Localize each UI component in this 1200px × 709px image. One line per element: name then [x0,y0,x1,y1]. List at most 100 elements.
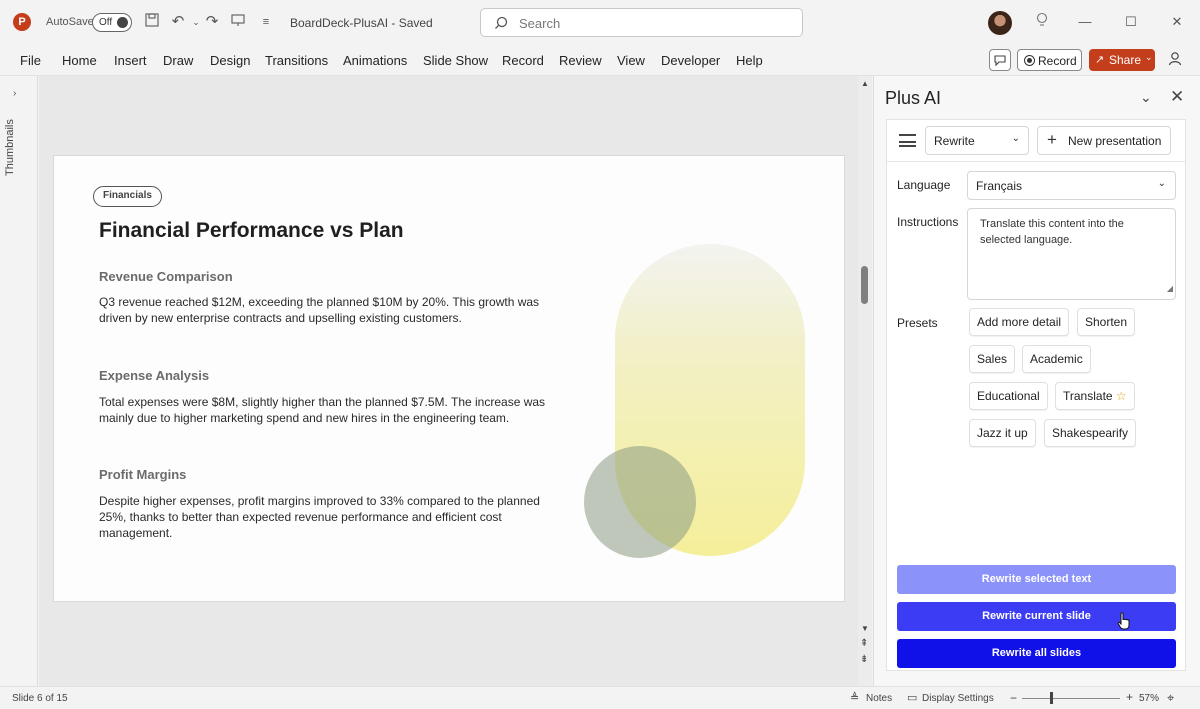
document-title[interactable]: BoardDeck-PlusAI - Saved [290,16,433,30]
notes-button[interactable]: Notes [866,693,892,704]
rewrite-selected-text-button[interactable]: Rewrite selected text [897,565,1176,594]
redo-icon[interactable]: ↷ [202,12,222,32]
rewrite-current-slide-button[interactable]: Rewrite current slide [897,602,1176,631]
expand-thumbnails-icon[interactable]: › [13,88,16,99]
pane-options-icon[interactable]: ⌄ [1140,89,1152,106]
autosave-toggle[interactable]: Off [92,13,132,32]
thumbnails-label: Thumbnails [4,119,16,176]
zoom-out-icon[interactable]: − [1010,691,1017,705]
zoom-slider[interactable] [1022,698,1120,699]
scrollbar-thumb[interactable] [861,266,868,304]
tab-draw[interactable]: Draw [163,53,193,68]
language-label: Language [897,178,951,192]
vertical-scrollbar[interactable]: ▲ ▼ ⇞ ⇟ [858,76,872,686]
chevron-down-icon: ⌄ [1145,52,1153,62]
tab-home[interactable]: Home [62,53,97,68]
preset-shakespearify[interactable]: Shakespearify [1044,419,1137,447]
tab-slide-show[interactable]: Slide Show [423,53,488,68]
preset-academic[interactable]: Academic [1022,345,1091,373]
slide[interactable]: Financials Financial Performance vs Plan… [53,155,845,602]
customize-toolbar-icon[interactable]: ≡ [256,12,276,32]
person-add-icon[interactable] [1166,50,1186,70]
display-settings-button[interactable]: Display Settings [922,693,994,704]
save-icon[interactable] [142,12,162,32]
tab-insert[interactable]: Insert [114,53,147,68]
status-bar: Slide 6 of 15 ≜ Notes ▭ Display Settings… [0,686,1200,709]
language-select-value: Français [976,179,1023,193]
tab-developer[interactable]: Developer [661,53,720,68]
preset-add-more-detail[interactable]: Add more detail [969,308,1070,336]
avatar[interactable] [988,11,1012,35]
section-body[interactable]: Total expenses were $8M, slightly higher… [99,394,569,426]
previous-slide-icon[interactable]: ⇞ [860,638,868,649]
slide-tag[interactable]: Financials [93,186,162,207]
zoom-in-icon[interactable]: + [1126,690,1133,704]
thumbnails-rail[interactable]: › Thumbnails [0,76,38,686]
comment-icon [994,55,1006,67]
tab-file[interactable]: File [20,53,41,68]
preset-translate-label: Translate [1063,389,1113,403]
mode-select[interactable]: Rewrite ⌄ [925,126,1029,155]
close-icon[interactable]: ✕ [1170,87,1184,107]
close-window-icon[interactable]: ✕ [1166,12,1188,32]
minimize-icon[interactable]: — [1074,12,1096,32]
rewrite-all-slides-button[interactable]: Rewrite all slides [897,639,1176,668]
search-icon [495,16,508,29]
tab-transitions[interactable]: Transitions [265,53,328,68]
tab-help[interactable]: Help [736,53,763,68]
search-box[interactable]: Search [480,8,803,37]
preset-jazz-it-up[interactable]: Jazz it up [969,419,1036,447]
powerpoint-logo-icon: P [13,13,31,31]
next-slide-icon[interactable]: ⇟ [860,654,868,665]
new-presentation-button[interactable]: + New presentation [1037,126,1171,155]
record-label: Record [1038,54,1077,68]
section-body[interactable]: Despite higher expenses, profit margins … [99,493,569,541]
section-heading[interactable]: Expense Analysis [99,368,209,383]
record-button[interactable]: Record [1017,49,1082,71]
lightbulb-icon[interactable] [1031,12,1053,32]
instructions-textarea[interactable]: Translate this content into the selected… [967,208,1176,300]
maximize-icon[interactable]: ☐ [1120,12,1142,32]
preset-shorten[interactable]: Shorten [1077,308,1136,336]
tab-review[interactable]: Review [559,53,602,68]
slide-title[interactable]: Financial Performance vs Plan [99,219,404,243]
section-heading[interactable]: Revenue Comparison [99,269,233,284]
instructions-value: Translate this content into the selected… [980,218,1124,246]
share-icon: ↗ [1095,54,1105,66]
circle-shape [584,446,696,558]
panel-toolbar: Rewrite ⌄ + New presentation [887,120,1185,162]
tab-view[interactable]: View [617,53,645,68]
resize-grip-icon[interactable]: ◢ [1167,281,1173,297]
pane-title: Plus AI [885,88,942,108]
zoom-level[interactable]: 57% [1139,693,1159,704]
tab-animations[interactable]: Animations [343,53,407,68]
preset-educational[interactable]: Educational [969,382,1048,410]
tab-design[interactable]: Design [210,53,250,68]
preset-translate[interactable]: Translate ☆ [1055,382,1135,410]
section-body[interactable]: Q3 revenue reached $12M, exceeding the p… [99,294,569,326]
mode-select-value: Rewrite [934,134,975,148]
plus-ai-pane: Plus AI ⌄ ✕ Rewrite ⌄ + New presentation… [873,76,1200,686]
comments-button[interactable] [989,49,1011,71]
decorative-shapes[interactable] [574,236,834,566]
menu-icon[interactable] [899,134,916,147]
scroll-up-icon[interactable]: ▲ [861,79,869,88]
undo-icon[interactable]: ↶ [168,12,188,32]
share-label: Share [1109,53,1142,67]
chevron-down-icon: ⌄ [1011,133,1020,144]
autosave-label: AutoSave [46,16,94,28]
hand-cursor-icon [1117,612,1130,630]
new-presentation-label: New presentation [1068,134,1162,148]
language-select[interactable]: Français ⌄ [967,171,1176,200]
present-icon[interactable] [228,12,248,32]
section-heading[interactable]: Profit Margins [99,467,186,482]
slide-position: Slide 6 of 15 [12,693,68,704]
scroll-down-icon[interactable]: ▼ [861,624,869,633]
fit-slide-icon[interactable]: ⌖ [1167,690,1174,706]
preset-sales[interactable]: Sales [969,345,1016,373]
tab-record[interactable]: Record [502,53,544,68]
zoom-slider-thumb[interactable] [1050,692,1053,704]
share-button[interactable]: ↗ Share ⌄ [1089,49,1155,71]
record-icon [1024,55,1035,66]
star-icon: ☆ [1115,389,1127,403]
